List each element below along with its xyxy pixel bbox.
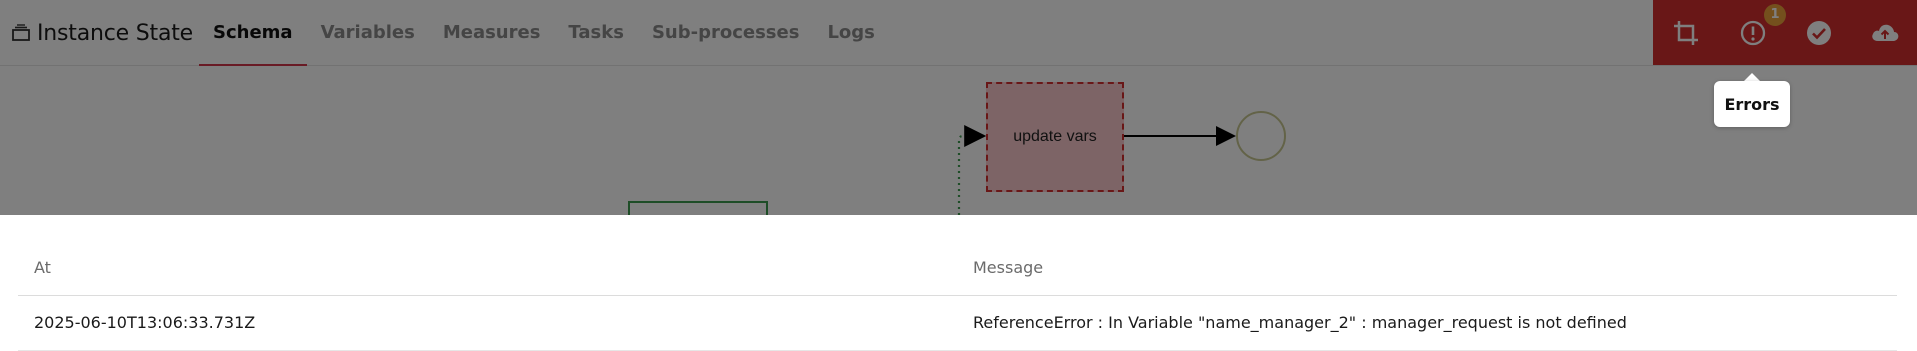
tooltip-arrow xyxy=(1744,73,1760,81)
table-header-row: At Message xyxy=(18,241,1897,296)
tab-schema[interactable]: Schema xyxy=(199,0,307,66)
schema-canvas[interactable]: update vars xyxy=(0,66,1917,215)
cloud-upload-icon[interactable] xyxy=(1865,13,1905,53)
errors-tooltip: Errors xyxy=(1714,81,1790,127)
header-bar: Instance State Schema Variables Measures… xyxy=(0,0,1917,66)
errors-count-badge: 1 xyxy=(1764,4,1786,26)
error-timestamp: 2025-06-10T13:06:33.731Z xyxy=(34,313,256,332)
tab-variables[interactable]: Variables xyxy=(307,0,429,66)
app-window: Instance State Schema Variables Measures… xyxy=(0,0,1917,351)
column-header-message: Message xyxy=(973,258,1044,277)
errors-panel: At Message 2025-06-10T13:06:33.731Z Refe… xyxy=(0,215,1917,351)
tab-logs[interactable]: Logs xyxy=(813,0,888,66)
tab-sub-processes[interactable]: Sub-processes xyxy=(638,0,814,66)
schema-node-task[interactable] xyxy=(628,201,768,215)
page-title: Instance State xyxy=(37,20,194,46)
tab-tasks[interactable]: Tasks xyxy=(554,0,638,66)
error-message: ReferenceError : In Variable "name_manag… xyxy=(973,313,1627,332)
schema-end-event[interactable] xyxy=(1236,111,1286,161)
dotted-flow-arrow xyxy=(957,125,987,215)
table-row: 2025-06-10T13:06:33.731Z ReferenceError … xyxy=(18,296,1897,351)
errors-table: At Message 2025-06-10T13:06:33.731Z Refe… xyxy=(18,241,1897,351)
tab-bar: Schema Variables Measures Tasks Sub-proc… xyxy=(199,0,889,66)
schema-node-update-vars[interactable]: update vars xyxy=(986,82,1124,192)
stack-icon xyxy=(12,24,30,42)
title-area: Instance State xyxy=(12,18,193,48)
column-header-at: At xyxy=(34,258,51,277)
schema-connectors xyxy=(957,125,1236,215)
tab-measures[interactable]: Measures xyxy=(429,0,555,66)
crop-icon[interactable] xyxy=(1666,13,1706,53)
check-circle-icon[interactable] xyxy=(1799,13,1839,53)
